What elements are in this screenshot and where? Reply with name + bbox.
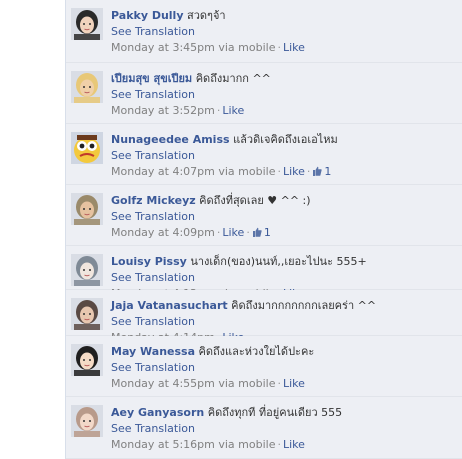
avatar[interactable] bbox=[71, 344, 103, 376]
comment-body: May Wanessa คิดถึงและห่วงใยได้ปะคะ See Tr… bbox=[111, 344, 443, 392]
see-translation-link[interactable]: See Translation bbox=[111, 209, 195, 225]
avatar[interactable] bbox=[71, 132, 103, 164]
comment-body: เปียมสุข สุขเปียม คิดถึงมากก ^^ See Trans… bbox=[111, 71, 443, 119]
comment-text: คิดถึงที่สุดเลย ♥ ^^ :) bbox=[199, 194, 311, 207]
comment-line: May Wanessa คิดถึงและห่วงใยได้ปะคะ bbox=[111, 344, 443, 360]
comment-line: Aey Ganyasorn คิดถึงทุกที ที่อยู่คนเดียว… bbox=[111, 405, 443, 421]
comment-text: คิดถึงมากก ^^ bbox=[195, 72, 271, 85]
comment-author-link[interactable]: May Wanessa bbox=[111, 345, 195, 358]
comment-author-link[interactable]: Golfz Mickeyz bbox=[111, 194, 196, 207]
comment-author-link[interactable]: Nunageedee Amiss bbox=[111, 133, 230, 146]
comment-meta: Monday at 3:45pm via mobile · Like bbox=[111, 40, 443, 56]
comment-author-link[interactable]: Pakky Dully bbox=[111, 9, 184, 22]
page-margin bbox=[0, 0, 65, 459]
comment-item: Golfz Mickeyz คิดถึงที่สุดเลย ♥ ^^ :) See… bbox=[66, 185, 462, 246]
like-count-number: 1 bbox=[263, 226, 271, 239]
comment-item: เปียมสุข สุขเปียม คิดถึงมากก ^^ See Trans… bbox=[66, 63, 462, 124]
avatar[interactable] bbox=[71, 298, 103, 330]
comment-item: Jaja Vatanasuchart คิดถึงมากกกกกกกเลยคร่… bbox=[66, 290, 462, 344]
like-link[interactable]: Like bbox=[222, 104, 244, 117]
like-count[interactable]: 1 bbox=[312, 165, 331, 178]
comment-text: นางเด็ก(ของ)นนท์,,เยอะไปนะ 555+ bbox=[190, 255, 367, 268]
comment-line: Nunageedee Amiss แล้วดิเจคิดถึงเอเอไหม bbox=[111, 132, 443, 148]
comment-text: คิดถึงมากกกกกกกเลยคร่า ^^ bbox=[231, 299, 377, 312]
see-translation-link[interactable]: See Translation bbox=[111, 87, 195, 103]
see-translation-link[interactable]: See Translation bbox=[111, 360, 195, 376]
comment-timestamp[interactable]: Monday at 3:45pm via mobile bbox=[111, 41, 275, 54]
comment-text: สวดๆจ้า bbox=[187, 9, 226, 22]
like-count[interactable]: 1 bbox=[252, 226, 271, 239]
see-translation-link[interactable]: See Translation bbox=[111, 270, 195, 286]
comment-line: เปียมสุข สุขเปียม คิดถึงมากก ^^ bbox=[111, 71, 443, 87]
comment-meta: Monday at 4:55pm via mobile · Like bbox=[111, 376, 443, 392]
avatar[interactable] bbox=[71, 71, 103, 103]
comment-timestamp[interactable]: Monday at 4:55pm via mobile bbox=[111, 377, 275, 390]
comment-meta: Monday at 4:09pm · Like · 1 bbox=[111, 225, 443, 241]
comments-panel: × Pakky Dully สวดๆจ้าSee TranslationMond… bbox=[65, 0, 462, 459]
see-translation-link[interactable]: See Translation bbox=[111, 314, 195, 330]
see-translation-link[interactable]: See Translation bbox=[111, 421, 195, 437]
like-link[interactable]: Like bbox=[283, 377, 305, 390]
comment-text: คิดถึงและห่วงใยได้ปะคะ bbox=[198, 345, 315, 358]
see-translation-link[interactable]: See Translation bbox=[111, 148, 195, 164]
comment-item: Aey Ganyasorn คิดถึงทุกที ที่อยู่คนเดียว… bbox=[66, 397, 462, 459]
separator-dot: · bbox=[246, 226, 250, 239]
comment-timestamp[interactable]: Monday at 3:52pm bbox=[111, 104, 215, 117]
comment-timestamp[interactable]: Monday at 5:16pm via mobile bbox=[111, 438, 275, 451]
comment-author-link[interactable]: Jaja Vatanasuchart bbox=[111, 299, 228, 312]
comment-item: May Wanessa คิดถึงและห่วงใยได้ปะคะ See Tr… bbox=[66, 336, 462, 397]
comment-author-link[interactable]: Louisy Pissy bbox=[111, 255, 187, 268]
comment-line: Louisy Pissy นางเด็ก(ของ)นนท์,,เยอะไปนะ … bbox=[111, 254, 443, 270]
comment-author-link[interactable]: Aey Ganyasorn bbox=[111, 406, 204, 419]
like-link[interactable]: Like bbox=[222, 226, 244, 239]
comment-meta: Monday at 3:52pm · Like bbox=[111, 103, 443, 119]
like-link[interactable]: Like bbox=[283, 438, 305, 451]
like-count-number: 1 bbox=[324, 165, 332, 178]
separator-dot: · bbox=[277, 438, 281, 451]
comment-item: Louisy Pissy นางเด็ก(ของ)นนท์,,เยอะไปนะ … bbox=[66, 246, 462, 300]
comment-meta: Monday at 4:07pm via mobile · Like · 1 bbox=[111, 164, 443, 180]
thumbs-up-icon bbox=[252, 226, 262, 239]
comment-item: Pakky Dully สวดๆจ้า See Translation Monday… bbox=[66, 0, 462, 63]
comment-body: Pakky Dully สวดๆจ้า See Translation Monday… bbox=[111, 8, 443, 56]
like-link[interactable]: Like bbox=[283, 165, 305, 178]
thumbs-up-icon bbox=[312, 165, 323, 178]
like-link[interactable]: Like bbox=[283, 41, 305, 54]
comment-author-link[interactable]: เปียมสุข สุขเปียม bbox=[111, 72, 192, 85]
comment-text: แล้วดิเจคิดถึงเอเอไหม bbox=[233, 133, 338, 146]
comment-body: Golfz Mickeyz คิดถึงที่สุดเลย ♥ ^^ :) See… bbox=[111, 193, 443, 241]
comment-line: Golfz Mickeyz คิดถึงที่สุดเลย ♥ ^^ :) bbox=[111, 193, 443, 209]
avatar[interactable] bbox=[71, 254, 103, 286]
comment-timestamp[interactable]: Monday at 4:07pm via mobile bbox=[111, 165, 275, 178]
comment-timestamp[interactable]: Monday at 4:09pm bbox=[111, 226, 215, 239]
separator-dot: · bbox=[277, 165, 281, 178]
see-translation-link[interactable]: See Translation bbox=[111, 24, 195, 40]
comment-item: Nunageedee Amiss แล้วดิเจคิดถึงเอเอไหม Se… bbox=[66, 124, 462, 185]
comment-body: Aey Ganyasorn คิดถึงทุกที ที่อยู่คนเดียว… bbox=[111, 405, 443, 453]
comment-body: Nunageedee Amiss แล้วดิเจคิดถึงเอเอไหม Se… bbox=[111, 132, 443, 180]
avatar[interactable] bbox=[71, 193, 103, 225]
comment-line: Pakky Dully สวดๆจ้า bbox=[111, 8, 443, 24]
separator-dot: · bbox=[277, 377, 281, 390]
comment-meta: Monday at 5:16pm via mobile · Like bbox=[111, 437, 443, 453]
avatar[interactable] bbox=[71, 405, 103, 437]
separator-dot: · bbox=[277, 41, 281, 54]
comment-text: คิดถึงทุกที ที่อยู่คนเดียว 555 bbox=[207, 406, 343, 419]
comment-line: Jaja Vatanasuchart คิดถึงมากกกกกกกเลยคร่… bbox=[111, 298, 443, 314]
avatar[interactable] bbox=[71, 8, 103, 40]
